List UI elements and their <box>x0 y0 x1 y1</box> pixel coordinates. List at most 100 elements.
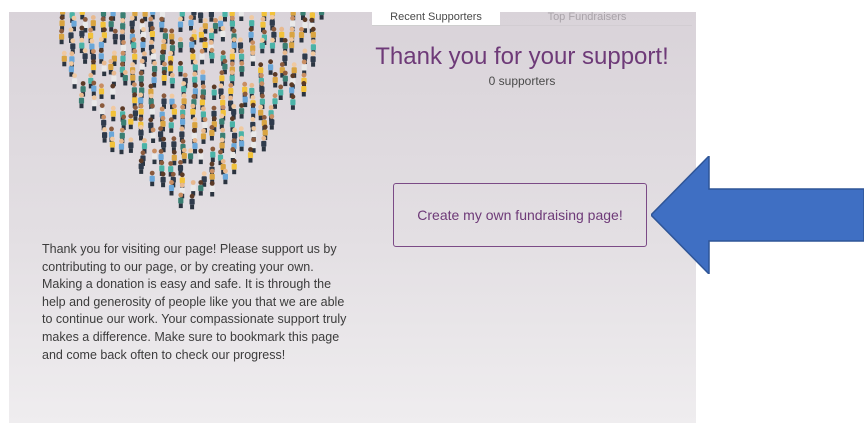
crowd-person <box>171 136 177 152</box>
crowd-person <box>261 135 267 152</box>
crowd-person <box>108 16 114 32</box>
crowd-person <box>219 70 225 86</box>
crowd-person <box>161 70 167 86</box>
crowd-person <box>282 70 288 87</box>
crowd-person <box>72 73 78 89</box>
crowd-person <box>231 158 237 175</box>
crowd-person <box>168 180 175 196</box>
crowd-person <box>190 103 196 120</box>
crowd-person <box>269 37 276 54</box>
crowd-person <box>219 113 225 130</box>
crowd-person <box>239 135 245 152</box>
crowd-person <box>209 125 215 141</box>
crowd-person <box>298 27 305 43</box>
crowd-person <box>140 36 146 53</box>
crowd-person <box>111 50 117 66</box>
crowd-person <box>61 50 67 67</box>
crowd-person <box>198 180 204 196</box>
crowd-person <box>248 26 254 43</box>
crowd-person <box>161 61 168 78</box>
crowd-person <box>91 80 97 97</box>
crowd-person <box>82 48 88 64</box>
crowd-person <box>122 70 128 86</box>
crowd-person <box>171 103 177 120</box>
crowd-person <box>278 84 284 100</box>
crowd-person <box>261 29 267 45</box>
crowd-person <box>220 26 226 42</box>
crowd-person <box>90 59 97 75</box>
crowd-person <box>199 48 205 65</box>
crowd-person <box>210 146 216 163</box>
crowd-person <box>238 12 244 21</box>
crowd-person <box>138 124 144 141</box>
crowd-person <box>128 113 134 130</box>
crowd-person <box>202 18 208 34</box>
crowd-person <box>109 136 115 153</box>
crowd-person <box>101 60 107 77</box>
crowd-person <box>250 50 256 66</box>
crowd-person <box>201 171 207 187</box>
crowd-person <box>161 93 167 109</box>
crowd-person <box>178 192 184 209</box>
crowd-person <box>200 128 207 144</box>
crowd-person <box>198 12 204 23</box>
thank-you-heading: Thank you for your support! <box>375 43 669 70</box>
crowd-person <box>209 181 215 197</box>
crowd-person <box>259 37 265 54</box>
crowd-person <box>169 72 175 89</box>
crowd-person <box>121 114 127 130</box>
crowd-person <box>177 37 184 53</box>
crowd-person <box>268 59 274 75</box>
crowd-person <box>188 148 194 164</box>
crowd-person <box>149 26 155 42</box>
crowd-person <box>272 72 278 88</box>
crowd-person <box>177 16 184 32</box>
crowd-person <box>168 117 174 133</box>
crowd-person <box>112 28 118 45</box>
supporters-tabs: Recent Supporters Top Fundraisers <box>372 12 692 26</box>
crowd-person <box>289 37 295 53</box>
crowd-person <box>239 103 245 119</box>
crowd-person <box>247 147 254 163</box>
crowd-person <box>301 72 307 89</box>
crowd-person <box>160 171 166 188</box>
crowd-person <box>269 114 275 130</box>
crowd-person <box>129 28 135 45</box>
crowd-person <box>200 69 206 86</box>
crowd-person <box>279 62 285 78</box>
crowd-person <box>190 180 196 196</box>
crowd-person <box>310 51 316 67</box>
crowd-person <box>91 95 97 111</box>
crowd-person <box>258 73 264 89</box>
crowd-person <box>151 148 158 165</box>
crowd-person <box>120 106 126 122</box>
crowd-person <box>132 105 138 121</box>
crowd-person <box>301 81 307 97</box>
crowd-person <box>222 168 228 185</box>
crowd-person <box>118 138 125 155</box>
tab-top-fundraisers[interactable]: Top Fundraisers <box>517 12 657 26</box>
crowd-person <box>150 127 156 143</box>
crowd-person <box>290 94 296 110</box>
crowd-person <box>128 137 134 153</box>
crowd-person <box>149 170 155 187</box>
crowd-person <box>319 12 325 20</box>
tab-divider <box>500 25 692 26</box>
crowd-person <box>192 138 198 154</box>
create-fundraising-page-button[interactable]: Create my own fundraising page! <box>393 183 647 247</box>
crowd-person <box>239 61 245 77</box>
crowd-person <box>110 105 116 122</box>
crowd-person <box>211 84 217 100</box>
crowd-person <box>138 116 144 133</box>
tab-recent-supporters[interactable]: Recent Supporters <box>372 12 500 26</box>
crowd-person <box>149 103 155 120</box>
people-heart-illustration <box>49 12 329 222</box>
crowd-person <box>110 83 116 100</box>
crowd-person <box>78 92 85 109</box>
crowd-person <box>222 12 228 22</box>
crowd-person <box>132 48 138 65</box>
crowd-person <box>102 127 108 143</box>
crowd-person <box>119 61 125 78</box>
crowd-person <box>198 148 204 165</box>
crowd-person <box>129 15 135 32</box>
